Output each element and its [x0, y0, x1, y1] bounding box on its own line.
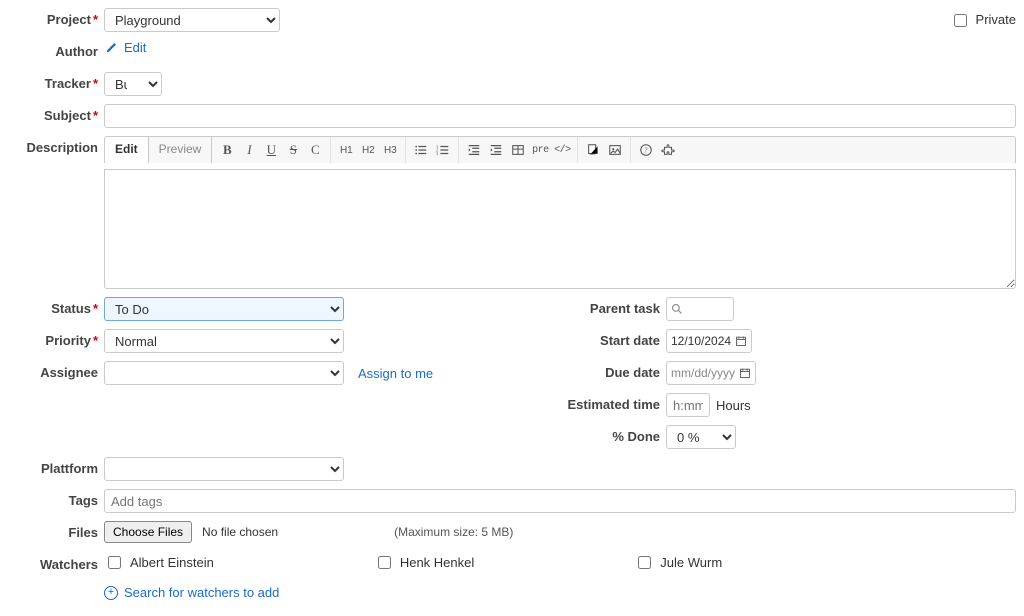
pencil-icon: [104, 41, 118, 55]
strikethrough-button[interactable]: S: [282, 137, 304, 163]
extension-button[interactable]: [657, 137, 679, 163]
watcher-checkbox-c[interactable]: [638, 556, 651, 569]
priority-label: Priority: [45, 333, 91, 348]
tracker-label: Tracker: [45, 76, 91, 91]
percent-done-label: % Done: [612, 429, 660, 444]
link-button[interactable]: [582, 137, 604, 163]
help-button[interactable]: ?: [635, 137, 657, 163]
required-marker: *: [93, 12, 98, 27]
calendar-icon: [735, 335, 747, 347]
indent-button[interactable]: [485, 137, 507, 163]
tags-input[interactable]: [104, 489, 1016, 513]
hours-label: Hours: [716, 398, 751, 413]
estimated-time-input[interactable]: [666, 393, 710, 417]
watcher-name: Henk Henkel: [400, 555, 474, 570]
h2-button[interactable]: H2: [357, 137, 379, 163]
watchers-label: Watchers: [40, 557, 98, 572]
svg-text:?: ?: [645, 147, 648, 155]
search-icon: [671, 303, 683, 315]
code-button[interactable]: </>: [551, 137, 573, 163]
due-date-label: Due date: [605, 365, 660, 380]
tags-label: Tags: [69, 493, 98, 508]
estimated-time-label: Estimated time: [568, 397, 660, 412]
editor-toolbar: Edit Preview B I U S C H1 H2 H3 123: [104, 136, 1016, 163]
assign-to-me-link[interactable]: Assign to me: [358, 366, 433, 381]
bold-button[interactable]: B: [216, 137, 238, 163]
project-select[interactable]: Playground: [104, 8, 280, 32]
clear-format-button[interactable]: C: [304, 137, 326, 163]
watcher-checkbox-b[interactable]: [378, 556, 391, 569]
max-size-text: (Maximum size: 5 MB): [394, 525, 513, 539]
tab-edit[interactable]: Edit: [105, 137, 149, 163]
pre-button[interactable]: pre: [529, 137, 551, 163]
watcher-checkbox-a[interactable]: [108, 556, 121, 569]
due-date-input[interactable]: mm/dd/yyyy: [666, 361, 756, 385]
description-label: Description: [26, 140, 98, 155]
status-select[interactable]: To Do: [104, 297, 344, 321]
percent-done-select[interactable]: 0 %: [666, 425, 736, 449]
h1-button[interactable]: H1: [335, 137, 357, 163]
search-watchers-link[interactable]: Search for watchers to add: [124, 585, 279, 600]
table-button[interactable]: [507, 137, 529, 163]
edit-author-link[interactable]: Edit: [124, 40, 146, 55]
files-label: Files: [68, 525, 98, 540]
parent-task-label: Parent task: [590, 301, 660, 316]
plattform-select[interactable]: [104, 457, 344, 481]
subject-input[interactable]: [104, 104, 1016, 128]
watcher-name: Jule Wurm: [660, 555, 722, 570]
author-label: Author: [55, 44, 98, 59]
image-button[interactable]: [604, 137, 626, 163]
watcher-name: Albert Einstein: [130, 555, 214, 570]
choose-files-button[interactable]: Choose Files: [104, 521, 192, 543]
start-date-label: Start date: [600, 333, 660, 348]
assignee-label: Assignee: [40, 365, 98, 380]
plattform-label: Plattform: [41, 461, 98, 476]
description-textarea[interactable]: [104, 169, 1016, 289]
subject-label: Subject: [44, 108, 91, 123]
priority-select[interactable]: Normal: [104, 329, 344, 353]
underline-button[interactable]: U: [260, 137, 282, 163]
outdent-button[interactable]: [463, 137, 485, 163]
required-marker: *: [93, 76, 98, 91]
assignee-select[interactable]: [104, 361, 344, 385]
required-marker: *: [93, 108, 98, 123]
private-label: Private: [976, 8, 1016, 32]
tracker-select[interactable]: Bug: [104, 72, 162, 96]
start-date-input[interactable]: 12/10/2024: [666, 329, 752, 353]
calendar-icon: [739, 367, 751, 379]
svg-text:3: 3: [436, 151, 439, 156]
ul-button[interactable]: [410, 137, 432, 163]
ol-button[interactable]: 123: [432, 137, 454, 163]
h3-button[interactable]: H3: [379, 137, 401, 163]
private-checkbox[interactable]: [954, 14, 967, 27]
project-label: Project: [47, 12, 91, 27]
no-file-chosen-text: No file chosen: [202, 525, 278, 539]
tab-preview[interactable]: Preview: [149, 137, 213, 163]
status-label: Status: [51, 301, 91, 316]
plus-circle-icon: +: [104, 586, 118, 600]
italic-button[interactable]: I: [238, 137, 260, 163]
